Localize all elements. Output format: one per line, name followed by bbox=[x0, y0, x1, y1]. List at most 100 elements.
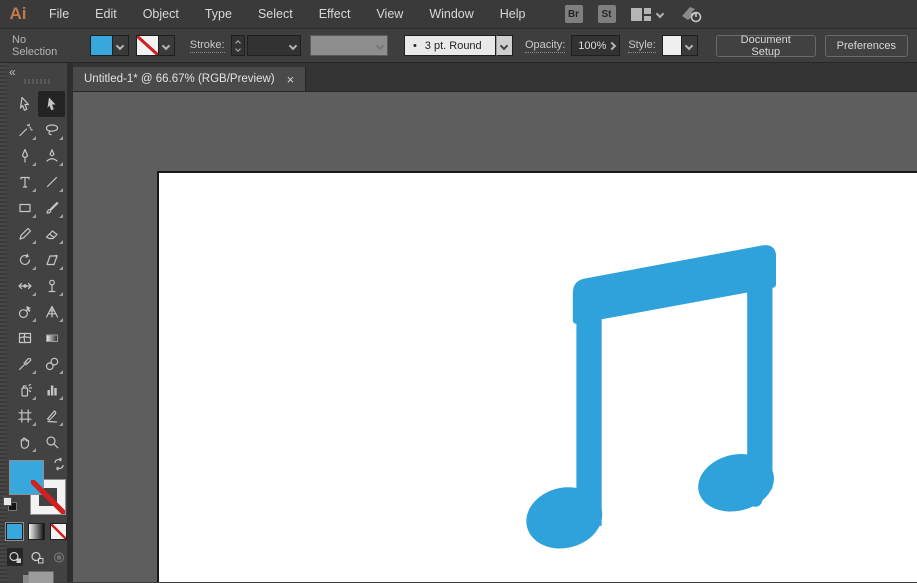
curvature-tool[interactable] bbox=[38, 143, 65, 169]
stroke-color-swatch[interactable] bbox=[136, 35, 159, 56]
eraser-tool[interactable] bbox=[38, 221, 65, 247]
menu-help[interactable]: Help bbox=[487, 0, 539, 28]
fill-color-swatch[interactable] bbox=[90, 35, 113, 56]
rotate-tool[interactable] bbox=[11, 247, 38, 273]
eraser-tool-icon bbox=[44, 226, 60, 242]
opacity-label[interactable]: Opacity: bbox=[525, 39, 565, 53]
brush-dropdown-button[interactable] bbox=[496, 35, 513, 56]
perspective-grid-tool[interactable] bbox=[38, 299, 65, 325]
draw-normal-button[interactable] bbox=[6, 548, 23, 566]
type-tool[interactable] bbox=[11, 169, 38, 195]
menu-window[interactable]: Window bbox=[416, 0, 486, 28]
workspace: « bbox=[0, 63, 917, 582]
color-mode-row bbox=[6, 523, 67, 540]
zoom-tool[interactable] bbox=[38, 429, 65, 455]
workspace-layout-icon bbox=[631, 8, 651, 21]
opacity-input[interactable]: 100% bbox=[571, 35, 620, 56]
width-tool[interactable] bbox=[11, 273, 38, 299]
chevron-down-icon bbox=[500, 41, 508, 49]
preferences-button[interactable]: Preferences bbox=[825, 35, 908, 57]
bridge-button[interactable]: Br bbox=[565, 5, 583, 23]
menu-object[interactable]: Object bbox=[130, 0, 192, 28]
opacity-value: 100% bbox=[578, 40, 606, 52]
shape-builder-tool[interactable] bbox=[11, 299, 38, 325]
stroke-color-dropdown-button[interactable] bbox=[159, 35, 175, 56]
artboard-tool[interactable] bbox=[11, 403, 38, 429]
width-profile-dropdown-disabled bbox=[310, 35, 388, 56]
type-tool-icon bbox=[17, 174, 33, 190]
selection-tool[interactable] bbox=[11, 91, 38, 117]
pen-tool[interactable] bbox=[11, 143, 38, 169]
artboard[interactable] bbox=[157, 171, 917, 582]
eyedropper-tool-icon bbox=[17, 356, 33, 372]
stroke-weight-dropdown[interactable] bbox=[247, 35, 301, 56]
shaper-tool[interactable] bbox=[11, 221, 38, 247]
curvature-tool-icon bbox=[44, 148, 60, 164]
fill-color-combo[interactable] bbox=[90, 35, 129, 56]
color-button[interactable] bbox=[6, 523, 23, 540]
stock-button[interactable]: St bbox=[598, 5, 616, 23]
collapse-panel-button[interactable]: « bbox=[9, 65, 15, 79]
stroke-weight-label[interactable]: Stroke: bbox=[190, 39, 225, 53]
column-graph-tool[interactable] bbox=[38, 377, 65, 403]
default-fill-stroke-icon[interactable] bbox=[3, 497, 17, 511]
draw-normal-icon bbox=[8, 551, 22, 564]
eyedropper-tool[interactable] bbox=[11, 351, 38, 377]
mesh-tool-icon bbox=[17, 330, 33, 346]
zoom-tool-icon bbox=[44, 434, 60, 450]
menu-edit[interactable]: Edit bbox=[82, 0, 130, 28]
gpu-performance-icon[interactable] bbox=[678, 4, 704, 24]
music-note-artwork[interactable] bbox=[159, 173, 917, 582]
brush-definition-value[interactable]: • 3 pt. Round bbox=[404, 35, 496, 56]
style-swatch[interactable] bbox=[662, 35, 682, 56]
width-tool-icon bbox=[17, 278, 33, 294]
swap-fill-stroke-icon[interactable] bbox=[52, 457, 66, 471]
screen-mode-button[interactable] bbox=[28, 571, 54, 583]
document-setup-button[interactable]: Document Setup bbox=[716, 35, 816, 57]
paintbrush-tool[interactable] bbox=[38, 195, 65, 221]
blend-tool[interactable] bbox=[38, 351, 65, 377]
lasso-tool[interactable] bbox=[38, 117, 65, 143]
stroke-color-combo[interactable] bbox=[136, 35, 175, 56]
style-dropdown-button[interactable] bbox=[682, 35, 698, 56]
tab-close-icon[interactable]: × bbox=[287, 73, 295, 86]
gradient-tool[interactable] bbox=[38, 325, 65, 351]
menu-type[interactable]: Type bbox=[192, 0, 245, 28]
gradient-button[interactable] bbox=[28, 523, 45, 540]
stroke-weight-stepper[interactable] bbox=[231, 35, 245, 56]
fill-color-dropdown-button[interactable] bbox=[113, 35, 129, 56]
canvas-pasteboard[interactable] bbox=[73, 92, 917, 582]
panel-grip[interactable] bbox=[24, 79, 50, 84]
stroke-proxy-swatch[interactable] bbox=[30, 479, 66, 515]
music-note-shape[interactable] bbox=[520, 249, 781, 557]
hand-tool[interactable] bbox=[11, 429, 38, 455]
style-combo[interactable] bbox=[662, 35, 698, 56]
symbol-sprayer-tool[interactable] bbox=[11, 377, 38, 403]
draw-behind-button[interactable] bbox=[28, 548, 45, 566]
workspace-switcher[interactable] bbox=[631, 8, 663, 21]
mesh-tool[interactable] bbox=[11, 325, 38, 351]
magic-wand-tool[interactable] bbox=[11, 117, 38, 143]
scale-tool[interactable] bbox=[38, 247, 65, 273]
brush-definition-combo[interactable]: • 3 pt. Round bbox=[404, 35, 513, 56]
none-button[interactable] bbox=[50, 523, 67, 540]
menu-effect[interactable]: Effect bbox=[306, 0, 364, 28]
paintbrush-tool-icon bbox=[44, 200, 60, 216]
puppet-warp-tool[interactable] bbox=[38, 273, 65, 299]
document-tab[interactable]: Untitled-1* @ 66.67% (RGB/Preview) × bbox=[73, 67, 306, 91]
menu-file[interactable]: File bbox=[36, 0, 82, 28]
tools-panel: « bbox=[0, 63, 73, 582]
stepper-down-icon[interactable] bbox=[235, 46, 241, 52]
menu-view[interactable]: View bbox=[363, 0, 416, 28]
magic-wand-tool-icon bbox=[17, 122, 33, 138]
style-label[interactable]: Style: bbox=[628, 39, 656, 53]
line-segment-tool[interactable] bbox=[38, 169, 65, 195]
direct-selection-tool[interactable] bbox=[38, 91, 65, 117]
slice-tool[interactable] bbox=[38, 403, 65, 429]
stepper-up-icon[interactable] bbox=[235, 40, 241, 46]
menu-select[interactable]: Select bbox=[245, 0, 306, 28]
slice-tool-icon bbox=[44, 408, 60, 424]
brush-bullet: • bbox=[413, 40, 417, 52]
control-bar: No Selection Stroke: • 3 pt. Round Opaci… bbox=[0, 29, 917, 63]
rectangle-tool[interactable] bbox=[11, 195, 38, 221]
